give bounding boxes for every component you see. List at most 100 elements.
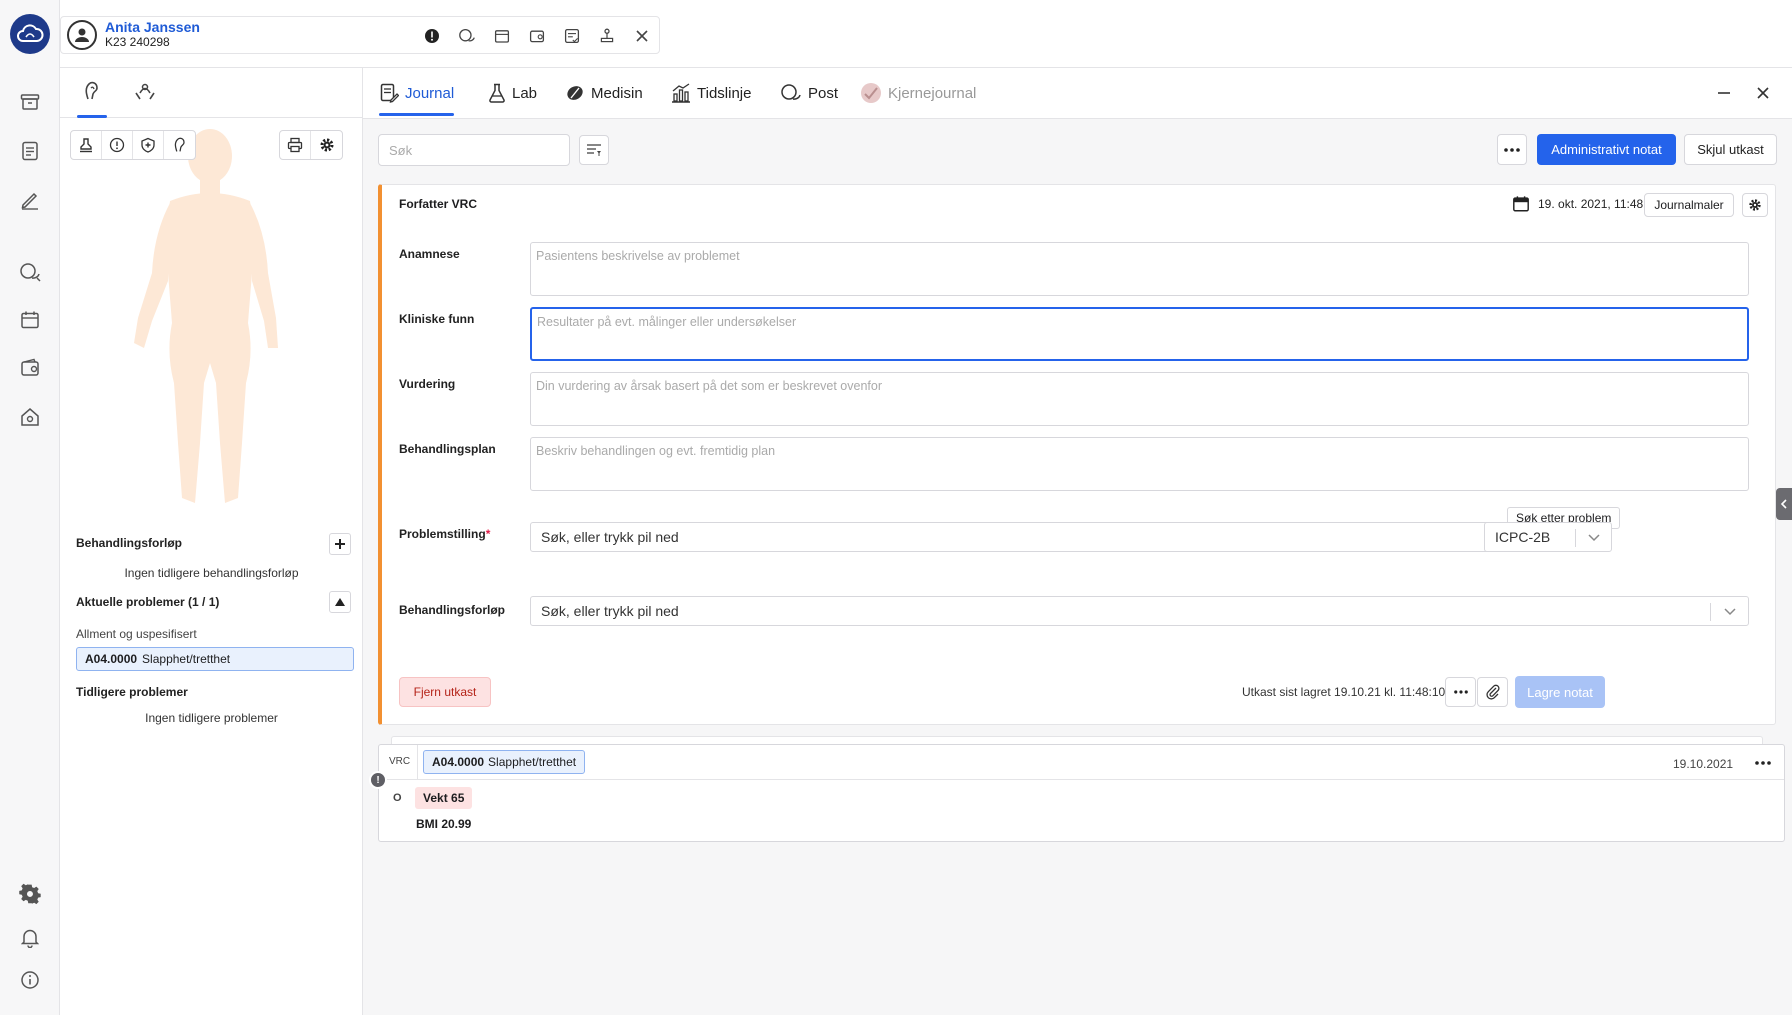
top-header: Anita Janssen K23 240298 <box>60 0 1792 68</box>
patient-tools <box>419 26 654 46</box>
tab-kjernejournal[interactable]: Kjernejournal <box>860 78 976 108</box>
note-author: Forfatter VRC <box>399 197 478 211</box>
gear-icon[interactable] <box>16 880 44 908</box>
minimize-icon[interactable] <box>1711 80 1737 106</box>
code-system-select[interactable]: ICPC-2B <box>1484 522 1612 552</box>
calendar-icon[interactable] <box>16 306 44 334</box>
pen-icon[interactable] <box>16 186 44 214</box>
entry-more-button[interactable] <box>1751 753 1775 773</box>
settings-gear-icon[interactable] <box>311 131 342 159</box>
previous-problems-empty: Ingen tidligere problemer <box>145 711 278 725</box>
treatment-course-select[interactable]: Søk, eller trykk pil ned <box>530 596 1749 626</box>
body-view-icon[interactable] <box>164 131 195 159</box>
stamp-icon[interactable] <box>71 131 102 159</box>
calendar-icon <box>1513 196 1529 212</box>
entry-date: 19.10.2021 <box>1673 757 1734 771</box>
treatment-plan-field[interactable] <box>530 437 1749 491</box>
chat-icon[interactable] <box>454 26 479 46</box>
alert-icon[interactable] <box>419 26 444 46</box>
problem-category: Allment og uspesifisert <box>76 627 197 641</box>
info-icon[interactable] <box>16 966 44 994</box>
shield-plus-icon[interactable] <box>133 131 164 159</box>
list-filter-icon <box>587 144 601 156</box>
assessment-field[interactable] <box>530 372 1749 426</box>
collapse-problems-button[interactable] <box>329 591 351 613</box>
tab-medisin[interactable]: Medisin <box>565 78 643 108</box>
close-icon[interactable] <box>1750 80 1776 106</box>
problem-label: Problemstilling* <box>399 527 491 541</box>
body-figure[interactable] <box>130 123 290 513</box>
attach-button[interactable] <box>1477 677 1508 707</box>
filter-list-button[interactable] <box>579 135 609 165</box>
left-panel: Behandlingsforløp Ingen tidligere behand… <box>60 68 363 1015</box>
hide-draft-button[interactable]: Skjul utkast <box>1684 134 1777 165</box>
home-settings-icon[interactable] <box>16 403 44 431</box>
treatment-course-title: Behandlingsforløp <box>76 536 182 550</box>
current-problem-item[interactable]: A04.0000 Slapphet/tretthet <box>76 647 354 671</box>
tab-journal[interactable]: Journal <box>379 78 455 116</box>
hierarchy-icon[interactable] <box>594 26 619 46</box>
archive-icon[interactable] <box>16 88 44 116</box>
note-settings-button[interactable] <box>1742 193 1768 217</box>
draft-saved-status: Utkast sist lagret 19.10.21 kl. 11:48:10 <box>1242 685 1446 699</box>
pill-icon <box>567 86 583 100</box>
wallet-icon[interactable] <box>16 354 44 382</box>
bell-icon[interactable] <box>16 924 44 952</box>
tab-body-icon[interactable] <box>77 78 107 118</box>
clinical-findings-field[interactable] <box>530 307 1749 361</box>
journal-search-input[interactable] <box>378 134 570 166</box>
chat-icon[interactable] <box>16 258 44 286</box>
app-logo-icon[interactable] <box>10 14 50 54</box>
gear-icon <box>1749 199 1761 211</box>
calendar-icon[interactable] <box>489 26 514 46</box>
patient-name[interactable]: Anita Janssen <box>105 20 200 35</box>
tab-post[interactable]: Post <box>780 78 838 108</box>
paperclip-icon <box>1485 684 1500 700</box>
chevron-down-icon <box>1588 534 1600 542</box>
kjernejournal-icon <box>861 83 881 103</box>
close-icon[interactable] <box>629 26 654 46</box>
journal-templates-button[interactable]: Journalmaler <box>1644 193 1734 217</box>
chevron-left-icon <box>1780 499 1787 509</box>
entry-problem-chip[interactable]: A04.0000 Slapphet/tretthet <box>423 750 586 774</box>
left-rail <box>0 0 60 1015</box>
warning-circle-icon[interactable] <box>102 131 133 159</box>
more-options-button[interactable] <box>1497 134 1527 165</box>
entry-author: VRC <box>389 756 411 767</box>
problem-code: A04.0000 <box>85 652 138 666</box>
journal-entry[interactable]: VRC A04.0000 Slapphet/tretthet 19.10.202… <box>369 744 1785 842</box>
current-problems-title: Aktuelle problemer (1 / 1) <box>76 595 220 609</box>
remove-draft-button[interactable]: Fjern utkast <box>399 677 491 707</box>
add-treatment-button[interactable] <box>329 533 351 555</box>
journal-icon <box>380 83 399 103</box>
main-area: Journal Lab Medisin Tidslinje Post Kjern… <box>363 68 1792 1015</box>
tab-lab[interactable]: Lab <box>488 78 537 108</box>
anamnese-field[interactable] <box>530 242 1749 296</box>
administrative-note-button[interactable]: Administrativt notat <box>1537 134 1676 165</box>
previous-problems-title: Tidligere problemer <box>76 685 188 699</box>
chat-icon <box>781 84 801 100</box>
note-more-button[interactable] <box>1445 677 1476 707</box>
treatment-course-label: Behandlingsforløp <box>399 603 505 617</box>
document-icon[interactable] <box>16 137 44 165</box>
tab-tidslinje[interactable]: Tidslinje <box>671 78 751 108</box>
flask-icon <box>489 83 505 103</box>
note-date[interactable]: 19. okt. 2021, 11:48 <box>1512 195 1643 213</box>
side-panel-toggle[interactable] <box>1776 488 1792 520</box>
problem-text: Slapphet/tretthet <box>142 652 231 666</box>
clinical-findings-label: Kliniske funn <box>399 312 475 326</box>
problem-select[interactable]: Søk, eller trykk pil ned <box>530 522 1600 552</box>
assessment-label: Vurdering <box>399 377 456 391</box>
anamnese-label: Anamnese <box>399 247 460 261</box>
entry-alert-icon[interactable]: ! <box>369 771 387 789</box>
print-icon[interactable] <box>280 131 311 159</box>
patient-card[interactable]: Anita Janssen K23 240298 <box>60 16 660 54</box>
main-tabs: Journal Lab Medisin Tidslinje Post Kjern… <box>363 68 1792 119</box>
save-note-button[interactable]: Lagre notat <box>1515 676 1605 708</box>
patient-id: K23 240298 <box>105 35 170 49</box>
checklist-icon[interactable] <box>559 26 584 46</box>
weight-badge: Vekt 65 <box>415 787 473 809</box>
wallet-icon[interactable] <box>524 26 549 46</box>
tab-care-icon[interactable] <box>130 78 160 104</box>
objective-label: O <box>393 792 402 804</box>
